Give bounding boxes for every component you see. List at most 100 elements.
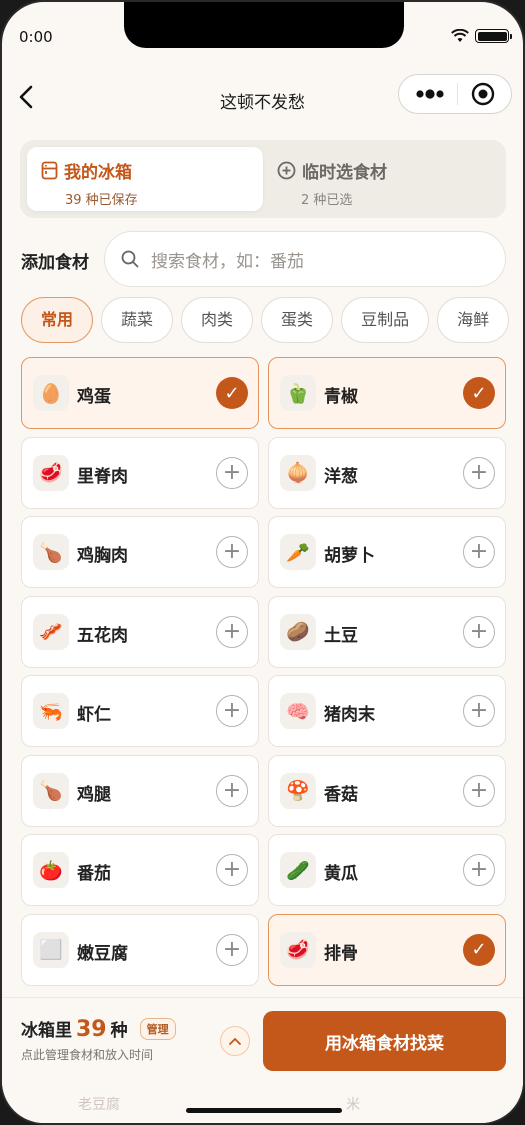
plus-icon[interactable]: + xyxy=(463,456,495,489)
tab-temporary-pick[interactable]: 临时选食材 2 种已选 xyxy=(263,147,499,211)
onion-icon: 🧅 xyxy=(280,454,316,491)
ingredient-name: 洋葱 xyxy=(324,466,358,487)
category-chip[interactable]: 蔬菜 xyxy=(101,297,174,343)
source-tabs: 我的冰箱 39 种已保存 临时选食材 2 种已选 xyxy=(20,140,506,218)
plus-icon[interactable]: + xyxy=(216,933,248,966)
ingredient-name: 黄瓜 xyxy=(324,864,358,884)
capsule-divider xyxy=(457,83,459,105)
close-target-icon[interactable] xyxy=(471,82,495,106)
carrot-icon: 🥕 xyxy=(280,534,316,570)
search-icon xyxy=(121,250,139,268)
pork-belly-icon: 🥓 xyxy=(33,613,69,650)
ingredient-card[interactable]: 🥩 排骨 ✓ xyxy=(268,913,506,986)
fridge-count: 39 xyxy=(76,1017,107,1042)
ingredient-name: 青椒 xyxy=(324,387,358,407)
ingredient-card[interactable]: 🧅 洋葱 + xyxy=(268,436,506,509)
ingredient-name: 虾仁 xyxy=(77,705,111,725)
search-input[interactable]: 搜索食材，如：番茄 xyxy=(104,231,506,287)
shrimp-icon: 🦐 xyxy=(33,693,69,729)
ingredient-name: 鸡腿 xyxy=(77,784,111,805)
category-chip[interactable]: 豆制品 xyxy=(341,297,430,343)
fridge-hint: 点此管理食材和放入时间 xyxy=(21,1048,154,1062)
expand-button[interactable] xyxy=(220,1026,250,1056)
ingredient-card[interactable]: 🥒 黄瓜 + xyxy=(268,834,506,906)
plus-icon[interactable]: + xyxy=(463,774,495,807)
category-chip[interactable]: 海鲜 xyxy=(437,297,510,343)
ingredient-card[interactable]: 🫑 青椒 ✓ xyxy=(268,357,506,429)
ingredient-card[interactable]: 🍗 鸡胸肉 + xyxy=(21,516,259,588)
ingredient-card[interactable]: 🥚 鸡蛋 ✓ xyxy=(21,357,259,429)
manage-button[interactable]: 管理 xyxy=(139,1018,176,1040)
fridge-summary[interactable]: 冰箱里 39 种 管理 xyxy=(21,1016,176,1042)
phone-frame: 0:00 这顿不发愁 我的冰箱 39 种已保存 临时选食材 2 种已选 添加食材… xyxy=(0,0,525,1125)
battery-icon xyxy=(475,29,512,43)
egg-icon: 🥚 xyxy=(33,375,69,411)
plus-icon[interactable]: + xyxy=(216,854,248,886)
home-indicator xyxy=(186,1108,342,1113)
status-time: 0:00 xyxy=(19,28,53,46)
ingredient-name: 土豆 xyxy=(324,625,358,646)
plus-icon[interactable]: + xyxy=(216,615,248,648)
ingredient-card[interactable]: 🥕 胡萝卜 + xyxy=(268,516,506,588)
plus-icon[interactable]: + xyxy=(216,774,248,807)
ingredient-card[interactable]: 🥩 里脊肉 + xyxy=(21,436,259,509)
green-pepper-icon: 🫑 xyxy=(280,375,316,411)
ingredient-card[interactable]: 🥔 土豆 + xyxy=(268,595,506,668)
navbar: 这顿不发愁 xyxy=(2,72,523,124)
ingredient-grid: 🥚 鸡蛋 ✓ 🫑 青椒 ✓ 🥩 里脊肉 + 🧅 洋葱 + 🍗 鸡胸肉 + 🥕 胡萝卜 + 🥓 五花肉 + 🥔 土豆 + 🦐 虾仁 +… xyxy=(21,357,507,997)
plus-icon[interactable]: + xyxy=(216,695,248,727)
fridge-unit: 种 xyxy=(110,1021,128,1041)
ingredient-name: 排骨 xyxy=(324,943,358,964)
fridge-icon xyxy=(41,161,58,180)
cucumber-icon: 🥒 xyxy=(280,852,316,888)
mushroom-icon: 🍄 xyxy=(280,772,316,809)
ingredient-card[interactable]: 🦐 虾仁 + xyxy=(21,675,259,747)
check-icon[interactable]: ✓ xyxy=(463,933,495,966)
drumstick-icon: 🍗 xyxy=(33,772,69,809)
plus-icon[interactable]: + xyxy=(463,695,495,727)
tomato-icon: 🍅 xyxy=(33,852,69,888)
ingredient-name: 香菇 xyxy=(324,784,358,805)
plus-icon[interactable]: + xyxy=(463,536,495,568)
notch xyxy=(124,2,404,48)
ingredient-name: 鸡蛋 xyxy=(77,387,111,407)
status-icons xyxy=(451,29,512,43)
plus-icon[interactable]: + xyxy=(216,456,248,489)
search-placeholder: 搜索食材，如：番茄 xyxy=(151,251,304,272)
ingredient-card[interactable]: 🍄 香菇 + xyxy=(268,754,506,827)
ribs-icon: 🥩 xyxy=(280,931,316,968)
ingredient-name: 嫩豆腐 xyxy=(77,943,128,964)
ingredient-card[interactable]: 🥓 五花肉 + xyxy=(21,595,259,668)
tab-my-fridge[interactable]: 我的冰箱 39 种已保存 xyxy=(27,147,263,211)
ingredient-name: 里脊肉 xyxy=(77,466,128,487)
tab-label: 临时选食材 xyxy=(302,163,387,183)
wifi-icon xyxy=(451,29,469,42)
ingredient-card[interactable]: 🍅 番茄 + xyxy=(21,834,259,906)
ingredient-card[interactable]: 🍗 鸡腿 + xyxy=(21,754,259,827)
more-icon[interactable] xyxy=(415,89,445,99)
category-chip[interactable]: 常用 xyxy=(21,297,94,343)
plus-icon[interactable]: + xyxy=(463,615,495,648)
ingredient-name: 鸡胸肉 xyxy=(77,546,128,566)
check-icon[interactable]: ✓ xyxy=(216,377,248,409)
meat-icon: 🥩 xyxy=(33,454,69,491)
category-chip[interactable]: 蛋类 xyxy=(261,297,334,343)
tab-sublabel: 2 种已选 xyxy=(301,193,353,208)
plus-icon[interactable]: + xyxy=(463,854,495,886)
find-recipes-button[interactable]: 用冰箱食材找菜 xyxy=(263,1011,506,1071)
bottom-bar: 冰箱里 39 种 管理 点此管理食材和放入时间 用冰箱食材找菜 老豆腐 米 xyxy=(2,997,523,1123)
potato-icon: 🥔 xyxy=(280,613,316,650)
category-chips: 常用 蔬菜 肉类 蛋类 豆制品 海鲜 xyxy=(21,297,511,345)
check-icon[interactable]: ✓ xyxy=(463,377,495,409)
fridge-prefix: 冰箱里 xyxy=(21,1021,72,1041)
tab-label: 我的冰箱 xyxy=(64,163,132,183)
chicken-breast-icon: 🍗 xyxy=(33,534,69,570)
mini-program-capsule xyxy=(398,74,512,114)
plus-icon[interactable]: + xyxy=(216,536,248,568)
category-chip[interactable]: 肉类 xyxy=(181,297,254,343)
ingredient-card[interactable]: 🧠 猪肉末 + xyxy=(268,675,506,747)
ingredient-name: 胡萝卜 xyxy=(324,546,375,566)
ingredient-name: 猪肉末 xyxy=(324,705,375,725)
ingredient-card[interactable]: ⬜ 嫩豆腐 + xyxy=(21,913,259,986)
minced-pork-icon: 🧠 xyxy=(280,693,316,729)
